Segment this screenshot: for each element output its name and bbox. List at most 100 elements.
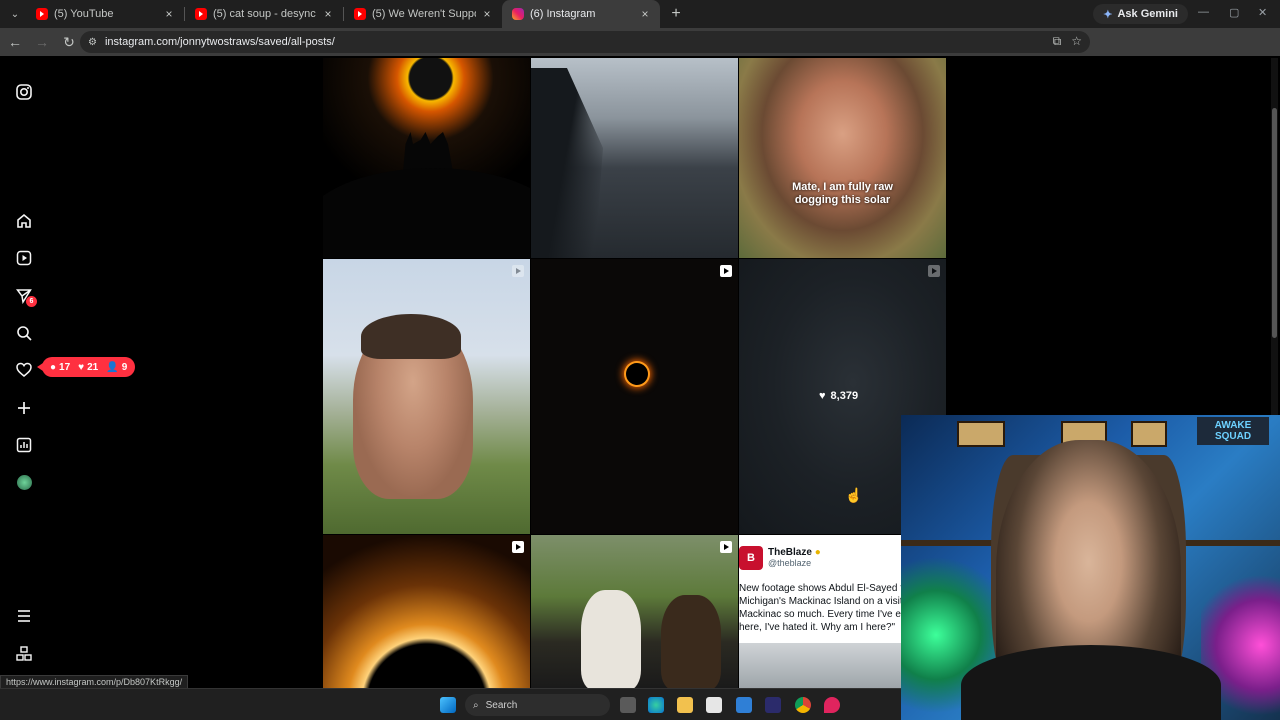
white-horse	[581, 590, 641, 688]
menu-hamburger-icon[interactable]	[14, 606, 34, 626]
tab-instagram[interactable]: (6) Instagram ×	[502, 0, 660, 28]
followers-count: 👤 9	[106, 361, 128, 373]
chrome-icon[interactable]	[795, 697, 811, 713]
tab-title: (6) Instagram	[530, 8, 596, 20]
post-caption: Mate, I am fully raw dogging this solar	[739, 181, 946, 207]
tweet-handle: @theblaze	[768, 558, 812, 568]
create-plus-icon[interactable]	[14, 398, 34, 418]
reel-icon	[720, 541, 732, 553]
forward-button[interactable]: →	[30, 30, 54, 54]
instagram-sidebar	[0, 56, 48, 688]
theblaze-logo: B	[739, 546, 763, 570]
url-text[interactable]: instagram.com/jonnytwostraws/saved/all-p…	[105, 36, 335, 48]
heart-icon: ♥	[819, 390, 826, 402]
close-window-icon[interactable]: ✕	[1258, 6, 1267, 19]
tab-title: (5) We Weren't Supposed to Se	[372, 8, 476, 20]
streamer-shirt	[961, 645, 1221, 720]
link-status-bubble: https://www.instagram.com/p/Db807KtRkgg/	[0, 675, 189, 689]
minimize-icon[interactable]: —	[1198, 6, 1209, 18]
saved-post-raw-dogging-solar[interactable]: Mate, I am fully raw dogging this solar	[739, 58, 946, 258]
tweet-account: TheBlaze ●	[768, 547, 821, 558]
close-tab-icon[interactable]: ×	[638, 7, 652, 21]
hand-cursor-icon: ☝	[845, 487, 863, 503]
site-info-icon[interactable]: ⚙	[88, 37, 97, 48]
taskbar-search[interactable]: ⌕ Search	[465, 694, 610, 716]
windows-taskbar: ⌕ Search	[0, 688, 901, 720]
wall-poster	[1131, 421, 1167, 447]
saved-post-eclipse-silhouettes[interactable]	[323, 58, 530, 258]
mail-icon[interactable]	[736, 697, 752, 713]
tab-title: (5) YouTube	[54, 8, 114, 20]
saved-post-eclipse-ring[interactable]	[531, 259, 738, 534]
reel-icon	[512, 541, 524, 553]
scrollbar-thumb[interactable]	[1272, 108, 1277, 338]
tab-cat-soup[interactable]: (5) cat soup - desync [music vid ×	[185, 0, 343, 28]
back-button[interactable]: ←	[3, 30, 27, 54]
activity-summary-pill[interactable]: ● 17 ♥ 21 👤 9	[36, 357, 136, 377]
tab-title: (5) cat soup - desync [music vid	[213, 8, 317, 20]
wall-poster	[957, 421, 1005, 447]
webcam-overlay: AWAKE SQUAD	[901, 415, 1280, 720]
install-app-icon[interactable]: ⧉	[1053, 34, 1062, 49]
neon-sign: AWAKE SQUAD	[1197, 417, 1269, 445]
brown-horse	[661, 595, 721, 688]
arrow-left-icon: ←	[8, 34, 22, 50]
reel-icon	[928, 265, 940, 277]
browser-toolbar: ← → ↻ ⚙ instagram.com/jonnytwostraws/sav…	[0, 28, 1280, 76]
close-tab-icon[interactable]: ×	[480, 7, 494, 21]
saved-post-beach-crowd[interactable]	[531, 58, 738, 258]
address-bar[interactable]: ⚙ instagram.com/jonnytwostraws/saved/all…	[80, 31, 1090, 53]
new-tab-button[interactable]: +	[664, 5, 688, 23]
caption-line: Mate, I am fully raw	[792, 181, 893, 193]
likes-count: ♥ 21	[78, 361, 99, 373]
ask-gemini-label: Ask Gemini	[1117, 8, 1178, 20]
close-tab-icon[interactable]: ×	[162, 7, 176, 21]
maximize-icon[interactable]: ▢	[1229, 6, 1239, 19]
youtube-icon	[354, 8, 366, 20]
edge-icon[interactable]	[648, 697, 664, 713]
eclipse-ring	[626, 363, 648, 385]
comments-count: ● 17	[50, 361, 71, 373]
ask-gemini-button[interactable]: ✦ Ask Gemini	[1093, 4, 1188, 24]
crowd	[531, 68, 603, 258]
arrow-right-icon: →	[35, 34, 49, 50]
app-icon[interactable]	[765, 697, 781, 713]
chevron-down-icon: ⌄	[10, 8, 20, 20]
task-view-icon[interactable]	[620, 697, 636, 713]
search-icon: ⌕	[473, 699, 479, 711]
close-tab-icon[interactable]: ×	[321, 7, 335, 21]
tab-search-button[interactable]: ⌄	[4, 4, 26, 24]
reel-icon	[720, 265, 732, 277]
silhouettes	[403, 132, 453, 172]
hair	[361, 314, 461, 359]
saved-post-eclipse-glow[interactable]	[323, 535, 530, 688]
tab-we-werent-supposed[interactable]: (5) We Weren't Supposed to Se ×	[344, 0, 502, 28]
notifications-heart-icon[interactable]	[14, 360, 34, 380]
caption-line: dogging this solar	[794, 194, 891, 206]
saved-post-selfie-man[interactable]	[323, 259, 530, 534]
dashboard-icon[interactable]	[14, 435, 34, 455]
reels-icon[interactable]	[14, 248, 34, 268]
tab-youtube[interactable]: (5) YouTube ×	[26, 0, 184, 28]
reload-button[interactable]: ↻	[57, 30, 81, 54]
threads-apps-icon[interactable]	[14, 644, 34, 664]
reel-icon	[512, 265, 524, 277]
gemini-icon: ✦	[1103, 8, 1113, 21]
youtube-icon	[195, 8, 207, 20]
file-explorer-icon[interactable]	[677, 697, 693, 713]
profile-avatar-icon[interactable]	[14, 472, 34, 492]
hill	[323, 168, 530, 258]
tweet-header: B TheBlaze ● @theblaze	[739, 546, 821, 570]
map-pin-app-icon[interactable]	[824, 697, 840, 713]
hover-likes-overlay: ♥ 8,379	[819, 390, 858, 402]
search-icon[interactable]	[14, 323, 34, 343]
likes-count: 8,379	[830, 390, 859, 402]
instagram-logo-icon[interactable]	[14, 82, 34, 102]
reload-icon: ↻	[63, 33, 75, 50]
instagram-icon	[512, 8, 524, 20]
windows-start-icon[interactable]	[440, 697, 456, 713]
bookmark-star-icon[interactable]: ☆	[1071, 34, 1082, 49]
home-icon[interactable]	[14, 211, 34, 231]
saved-post-horses[interactable]	[531, 535, 738, 688]
store-icon[interactable]	[706, 697, 722, 713]
